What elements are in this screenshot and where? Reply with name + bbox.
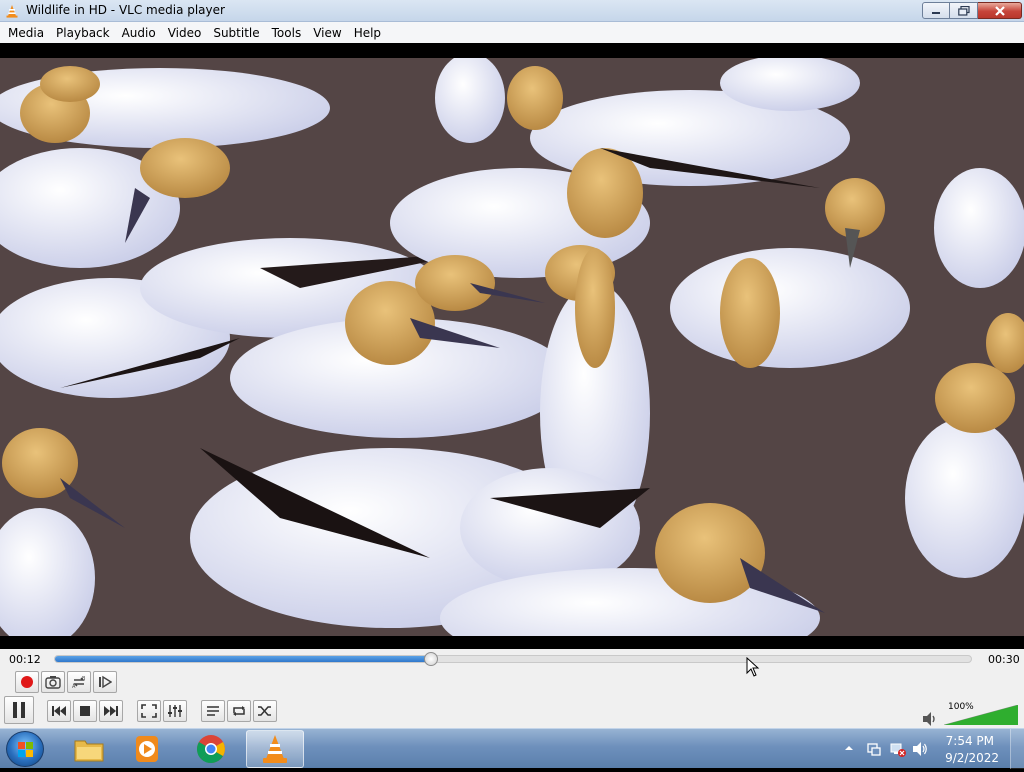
playlist-icon	[207, 706, 219, 716]
taskbar-vlc[interactable]	[246, 730, 304, 768]
menu-tools[interactable]: Tools	[266, 26, 308, 40]
playlist-button[interactable]	[201, 700, 225, 722]
total-time[interactable]: 00:30	[988, 653, 1020, 666]
windows-explorer-icon	[74, 740, 104, 762]
vlc-icon	[263, 735, 287, 763]
speaker-icon[interactable]	[921, 711, 939, 727]
video-area[interactable]	[0, 43, 1024, 649]
seek-handle[interactable]	[423, 652, 438, 666]
volume-slider[interactable]	[944, 705, 1018, 725]
vlc-cone-icon	[6, 5, 18, 18]
record-icon	[21, 676, 33, 688]
previous-icon	[52, 706, 66, 716]
tray-overflow-icon[interactable]	[844, 743, 854, 753]
taskbar: 7:54 PM 9/2/2022	[0, 728, 1024, 769]
camera-icon	[45, 676, 61, 689]
elapsed-time[interactable]: 00:12	[9, 653, 41, 666]
close-icon	[994, 5, 1005, 16]
loop-icon	[233, 706, 245, 716]
video-frame[interactable]	[0, 58, 1024, 636]
frame-by-frame-button[interactable]	[93, 671, 117, 693]
minimize-button[interactable]	[922, 2, 950, 19]
seek-row: 00:12 00:30	[0, 649, 1024, 669]
menu-video[interactable]: Video	[162, 26, 208, 40]
menu-subtitle[interactable]: Subtitle	[207, 26, 265, 40]
svg-text:A: A	[72, 684, 76, 689]
stop-icon	[80, 706, 90, 716]
action-center-icon[interactable]	[866, 741, 882, 757]
loop-ab-icon: AB	[72, 676, 86, 689]
gannet-colony-image	[0, 58, 1024, 636]
taskbar-chrome[interactable]	[182, 730, 240, 768]
pause-button[interactable]	[4, 696, 34, 724]
close-button[interactable]	[978, 2, 1022, 19]
restore-icon	[957, 5, 970, 16]
menu-media[interactable]: Media	[2, 26, 50, 40]
loop-ab-button[interactable]: AB	[67, 671, 91, 693]
clock-date[interactable]: 9/2/2022	[945, 751, 999, 765]
previous-button[interactable]	[47, 700, 71, 722]
record-button[interactable]	[15, 671, 39, 693]
mouse-cursor-icon	[746, 657, 760, 677]
start-button[interactable]	[6, 731, 44, 767]
media-player-icon	[136, 736, 158, 762]
menu-help[interactable]: Help	[348, 26, 387, 40]
snapshot-button[interactable]	[41, 671, 65, 693]
pause-icon	[13, 702, 25, 718]
title-bar[interactable]: Wildlife in HD - VLC media player	[0, 0, 1024, 22]
next-button[interactable]	[99, 700, 123, 722]
system-tray: 7:54 PM 9/2/2022	[840, 729, 1024, 769]
loop-button[interactable]	[227, 700, 251, 722]
extended-settings-button[interactable]	[163, 700, 187, 722]
stop-button[interactable]	[73, 700, 97, 722]
seek-bar-progress	[55, 656, 431, 662]
window-controls	[922, 2, 1022, 20]
controls-panel: AB 100%	[0, 669, 1024, 728]
window-title: Wildlife in HD - VLC media player	[26, 3, 225, 17]
next-icon	[104, 706, 118, 716]
taskbar-explorer[interactable]	[60, 730, 118, 768]
seek-bar[interactable]	[54, 652, 972, 666]
taskbar-media-player[interactable]	[118, 730, 176, 768]
frame-step-icon	[99, 675, 112, 689]
equalizer-icon	[168, 705, 182, 717]
menu-view[interactable]: View	[307, 26, 347, 40]
clock-time[interactable]: 7:54 PM	[946, 734, 994, 748]
svg-text:B: B	[82, 676, 86, 682]
menu-bar: Media Playback Audio Video Subtitle Tool…	[0, 22, 1024, 43]
vlc-window: Wildlife in HD - VLC media player Media …	[0, 0, 1024, 728]
menu-playback[interactable]: Playback	[50, 26, 116, 40]
fullscreen-button[interactable]	[137, 700, 161, 722]
menu-audio[interactable]: Audio	[116, 26, 162, 40]
windows-logo-icon	[18, 742, 33, 757]
fullscreen-icon	[141, 704, 157, 718]
minimize-icon	[932, 11, 940, 14]
network-icon[interactable]	[890, 741, 906, 757]
volume-tray-icon[interactable]	[912, 741, 928, 757]
shuffle-icon	[258, 706, 271, 716]
show-desktop-button[interactable]	[1010, 729, 1024, 769]
maximize-button[interactable]	[950, 2, 978, 19]
shuffle-button[interactable]	[253, 700, 277, 722]
chrome-icon	[197, 735, 225, 764]
